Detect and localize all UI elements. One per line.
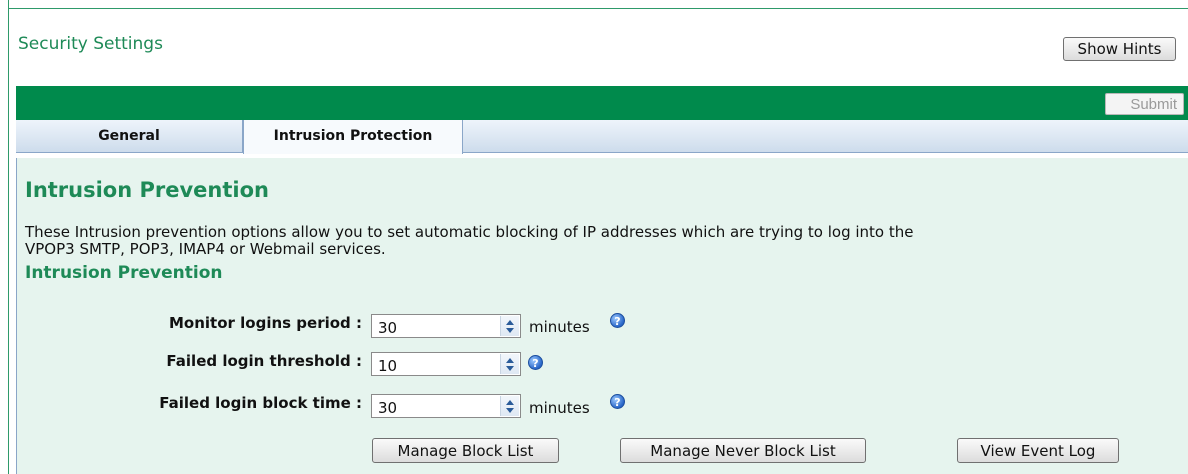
description-line-2: VPOP3 SMTP, POP3, IMAP4 or Webmail servi… [25,240,386,258]
intrusion-prevention-panel: Intrusion Prevention These Intrusion pre… [16,158,1188,474]
chevron-down-icon[interactable] [506,328,514,333]
description-line-1: These Intrusion prevention options allow… [25,223,914,241]
spin-arrows[interactable] [500,354,519,374]
help-icon[interactable]: ? [610,313,625,328]
chevron-up-icon[interactable] [506,320,514,325]
page-title: Security Settings [18,34,163,54]
action-bar: Submit [16,86,1188,120]
monitor-logins-period-label: Monitor logins period : [168,314,362,332]
failed-login-block-time-label: Failed login block time : [159,394,362,412]
monitor-logins-period-unit: minutes [529,318,590,336]
chevron-up-icon[interactable] [506,358,514,363]
tab-bar: General Intrusion Protection [16,120,1188,154]
view-event-log-button[interactable]: View Event Log [957,438,1119,463]
failed-login-block-time-unit: minutes [529,399,590,417]
failed-login-block-time-stepper[interactable]: 30 [371,394,521,418]
show-hints-button[interactable]: Show Hints [1063,37,1176,61]
failed-login-threshold-label: Failed login threshold : [166,352,362,370]
failed-login-block-time-value: 30 [378,399,398,417]
section-heading: Intrusion Prevention [25,178,269,202]
spin-arrows[interactable] [500,396,519,416]
manage-never-block-list-button[interactable]: Manage Never Block List [620,438,866,463]
tab-general[interactable]: General [16,120,243,152]
submit-button[interactable]: Submit [1105,93,1184,115]
chevron-up-icon[interactable] [506,400,514,405]
help-icon[interactable]: ? [528,355,543,370]
frame-left-border [8,0,9,474]
chevron-down-icon[interactable] [506,366,514,371]
monitor-logins-period-value: 30 [378,319,398,337]
tab-intrusion-protection[interactable]: Intrusion Protection [243,120,463,154]
chevron-down-icon[interactable] [506,408,514,413]
manage-block-list-button[interactable]: Manage Block List [372,438,559,463]
sub-heading: Intrusion Prevention [25,263,223,283]
monitor-logins-period-stepper[interactable]: 30 [371,314,521,338]
description-text: These Intrusion prevention options allow… [25,224,1175,258]
help-icon[interactable]: ? [610,394,625,409]
spin-arrows[interactable] [500,316,519,336]
frame-top-border [8,8,1188,9]
failed-login-threshold-stepper[interactable]: 10 [371,352,521,376]
failed-login-threshold-value: 10 [378,357,398,375]
